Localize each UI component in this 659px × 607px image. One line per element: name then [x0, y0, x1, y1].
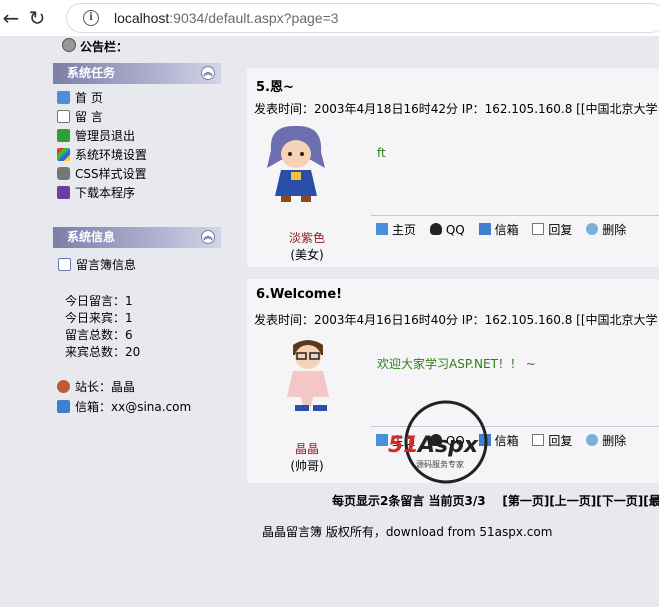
tasks-panel-header: 系统任务 ︽ [53, 63, 221, 84]
info-panel-header: 系统信息 ︽ [53, 227, 221, 248]
svg-text:51: 51 [388, 433, 419, 458]
edit-icon [532, 434, 545, 446]
girl-avatar-icon [267, 125, 325, 202]
address-bar[interactable]: i localhost:9034/default.aspx?page=3 [66, 3, 659, 33]
speaker-icon [62, 38, 76, 52]
url-text[interactable]: localhost:9034/default.aspx?page=3 [114, 10, 339, 26]
delete-link[interactable]: 删除 [586, 432, 626, 449]
delete-icon [586, 434, 599, 446]
collapse-icon[interactable]: ︽ [201, 230, 215, 244]
stat-today-visitors: 今日来宾：1 [65, 311, 133, 325]
mail-icon [57, 400, 70, 413]
qq-link[interactable]: QQ [429, 223, 465, 237]
package-icon [57, 186, 70, 199]
menu-post[interactable]: 留 言 [57, 108, 103, 126]
svg-text:源码服务专家: 源码服务专家 [416, 459, 464, 469]
back-arrow-icon[interactable]: ← [0, 7, 22, 29]
svg-text:Aspx: Aspx [416, 433, 479, 458]
home-icon [376, 223, 388, 235]
message-actions: 主页 QQ 信箱 回复 删除 [376, 221, 636, 238]
menu-home[interactable]: 首 页 [57, 89, 103, 107]
disk-icon [57, 167, 70, 180]
exit-arrow-icon [57, 129, 70, 142]
mail-icon [478, 223, 491, 235]
pagination: 每页显示2条留言 当前页3/3 [第一页][上一页][下一页][最后 [332, 492, 659, 509]
windows-icon [57, 148, 70, 161]
notice-bar: 公告栏： [62, 38, 128, 55]
homepage-link[interactable]: 主页 [376, 221, 416, 238]
divider [371, 215, 659, 216]
webmaster: 站长：晶晶 [57, 378, 135, 396]
delete-icon [586, 223, 599, 235]
penguin-icon [429, 223, 442, 235]
menu-css-settings[interactable]: CSS样式设置 [57, 165, 147, 183]
guestbook-info: 留言簿信息 [58, 256, 136, 274]
message-card: 5.恩~ 发表时间：2003年4月18日16时42分 IP：162.105.16… [247, 68, 659, 267]
guestbook-page: 公告栏： 系统任务 ︽ 首 页 留 言 管理员退出 系统环境设置 CSS样式设置… [0, 36, 659, 607]
menu-download[interactable]: 下载本程序 [57, 184, 135, 202]
stat-today-posts: 今日留言：1 [65, 294, 133, 308]
author-info: 晶晶 (帅哥) [290, 442, 324, 473]
mailbox[interactable]: 信箱：xx@sina.com [57, 398, 191, 416]
51aspx-watermark-logo: 51 Aspx 源码服务专家 [388, 400, 488, 484]
author-info: 淡紫色 (美女) [288, 231, 325, 262]
message-title: 6.Welcome! [256, 287, 343, 302]
home-icon [57, 91, 70, 104]
footer-copyright: 晶晶留言簿 版权所有，download from 51aspx.com [262, 525, 553, 539]
collapse-icon[interactable]: ︽ [201, 66, 215, 80]
menu-admin-logout[interactable]: 管理员退出 [57, 127, 135, 145]
menu-system-settings[interactable]: 系统环境设置 [57, 146, 147, 164]
message-meta: 发表时间：2003年4月16日16时40分 IP：162.105.160.8 [… [254, 313, 659, 327]
reply-link[interactable]: 回复 [532, 221, 572, 238]
message-content: 欢迎大家学习ASP.NET！！ ~ [377, 357, 536, 371]
browser-toolbar: ← ↻ i localhost:9034/default.aspx?page=3 [0, 0, 659, 36]
message-content: ft [377, 146, 386, 160]
message-title: 5.恩~ [256, 80, 294, 95]
reload-icon[interactable]: ↻ [26, 7, 48, 29]
document-icon [58, 258, 71, 271]
page-links[interactable]: [第一页][上一页][下一页][最后 [502, 494, 659, 508]
reply-link[interactable]: 回复 [532, 432, 572, 449]
stat-total-posts: 留言总数：6 [65, 328, 133, 342]
delete-link[interactable]: 删除 [586, 221, 626, 238]
boy-avatar-icon [287, 340, 329, 411]
edit-icon [532, 223, 545, 235]
note-pencil-icon [57, 110, 70, 123]
user-icon [57, 380, 70, 393]
message-meta: 发表时间：2003年4月18日16时42分 IP：162.105.160.8 [… [254, 102, 659, 116]
info-icon[interactable]: i [83, 10, 99, 26]
stat-total-visitors: 来宾总数：20 [65, 345, 141, 359]
email-link[interactable]: 信箱 [478, 221, 519, 238]
